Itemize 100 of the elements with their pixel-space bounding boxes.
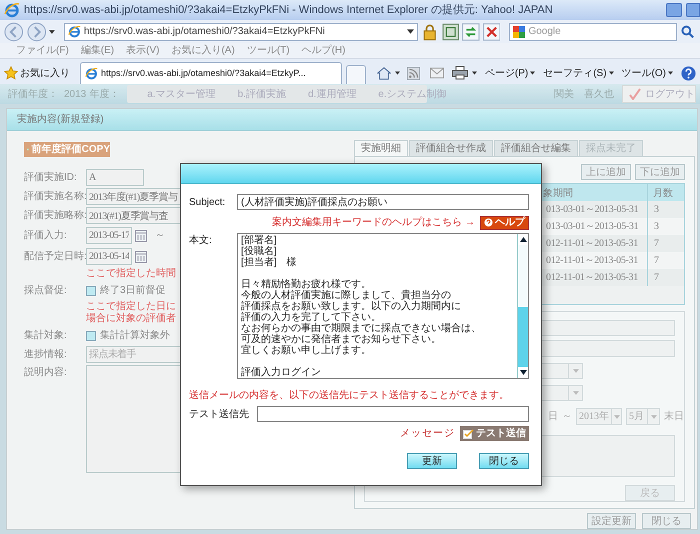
refresh-icon[interactable]	[462, 22, 480, 40]
checkbox-label: 終了3日前督促	[100, 284, 166, 298]
text-field[interactable]	[541, 340, 675, 357]
year-suffix: 年度：	[89, 88, 120, 102]
text-field[interactable]	[541, 320, 675, 336]
tab[interactable]: 評価組合せ作成	[409, 140, 493, 156]
caret-icon	[572, 368, 578, 373]
subject-field[interactable]: (人材評価実施)評価採点のお願い	[237, 194, 529, 210]
date-unit: 末日	[664, 410, 684, 424]
caret-icon[interactable]	[472, 71, 477, 75]
copy-button[interactable]: 前年度評価COPY	[24, 142, 110, 157]
window-title: https://srv0.was-abi.jp/otameshi0/?3akai4=EtzkyPkFNi - Windows Internet Explorer の提供元: Yahoo! JAPAN	[24, 2, 554, 18]
tab[interactable]: 実施明細	[354, 140, 408, 156]
printer-icon[interactable]	[452, 66, 468, 80]
table-cell: 013-03-01～2013-05-31	[541, 218, 647, 235]
message-body-field[interactable]: [部署名] [役職名] [担当者] 様 日々精励恪勤お疲れ様です。 今般の人材評価実施に際しまして、貴担当分の 評価採点をお願い致します。以下の入力期間内に 評価の入力を完了して下さい。 なお何らかの事由で期限までに採点できない場合は、 可及的速やかに発信者までお知らせ下さい。 宜しくお願い申し上げます。 評価入力ログイン	[237, 233, 529, 379]
select-field[interactable]	[541, 384, 583, 402]
user-name: 関美 喜久也	[554, 88, 614, 102]
check-icon	[629, 88, 641, 100]
footer-button[interactable]: 設定更新	[587, 513, 636, 529]
nav-item[interactable]: a.マスター管理	[147, 86, 216, 102]
select-field[interactable]: 2013年	[576, 408, 622, 426]
add-row-button[interactable]: 上に追加	[581, 164, 631, 180]
field-label: テスト送信先	[189, 408, 250, 422]
search-box[interactable]: Google	[509, 22, 678, 40]
browser-tab[interactable]: https://srv0.was-abi.jp/otameshi0/?3akai4=EtzkyP...	[80, 62, 342, 84]
test-send-button[interactable]: テスト送信	[460, 426, 529, 441]
browser-logo-icon	[4, 2, 20, 18]
menu-item[interactable]: 編集(E)	[80, 43, 114, 58]
maximize-button[interactable]	[686, 3, 700, 17]
lock-icon[interactable]	[421, 22, 439, 40]
scrollbar[interactable]	[517, 234, 528, 378]
new-tab-button[interactable]	[346, 65, 366, 84]
note-text: ここで指定した日に 場合に対象の評価者	[86, 301, 176, 325]
checkbox[interactable]	[86, 286, 96, 296]
command-menu[interactable]: セーフティ(S)	[543, 66, 614, 80]
logout-button[interactable]: ログアウト	[622, 85, 696, 103]
field-label: 配信予定日時:	[24, 250, 86, 264]
menu-item[interactable]: ツール(T)	[246, 43, 290, 58]
dialog-button[interactable]: 閉じる	[479, 453, 529, 469]
year-value: 2013	[64, 88, 86, 102]
caret-icon[interactable]	[394, 71, 400, 75]
table-cell: 7	[647, 269, 684, 286]
caret-icon[interactable]	[49, 30, 55, 34]
range-separator: ～	[155, 229, 165, 243]
add-row-button[interactable]: 下に追加	[635, 164, 685, 180]
panel-title: 実施内容(新規登録)	[17, 112, 104, 127]
note-text: ここで指定した時間	[86, 268, 176, 280]
date-field[interactable]: 2013-05-17	[86, 227, 132, 244]
table-cell: 3	[647, 201, 684, 218]
command-menu[interactable]: ページ(P)	[484, 66, 536, 80]
nav-item[interactable]: b.評価実施	[238, 86, 286, 102]
calendar-icon[interactable]	[135, 229, 147, 242]
search-field[interactable]: Google	[528, 24, 668, 39]
address-field[interactable]: https://srv0.was-abi.jp/otameshi0/?3akai4=EtzkyPkFNi	[64, 22, 418, 40]
select-field[interactable]	[541, 362, 583, 379]
table-cell: 7	[647, 235, 684, 252]
scroll-up-icon[interactable]	[518, 234, 528, 245]
back-icon[interactable]	[4, 22, 24, 42]
table-cell: 013-03-01～2013-05-31	[541, 201, 647, 218]
text-field[interactable]: A	[86, 169, 144, 186]
home-icon[interactable]	[376, 66, 391, 80]
tab[interactable]: 評価組合せ編集	[494, 140, 578, 156]
range-separator: ～	[562, 410, 572, 424]
help-icon	[484, 218, 493, 227]
scroll-down-icon[interactable]	[518, 367, 528, 378]
help-button[interactable]: ヘルプ	[480, 216, 529, 230]
email-field[interactable]	[257, 406, 529, 422]
menu-item[interactable]: ヘルプ(H)	[302, 43, 346, 58]
favorites-button[interactable]: お気に入り	[4, 62, 74, 84]
help-icon[interactable]	[681, 66, 696, 80]
footer-button[interactable]: 閉じる	[642, 513, 691, 529]
nav-item[interactable]: e.システム制御	[378, 86, 447, 102]
test-send-note: 送信メールの内容を、以下の送信先にテスト送信することができます。	[189, 388, 509, 403]
dialog-button[interactable]: 更新	[407, 453, 457, 469]
field-label: 評価実施略称:	[24, 208, 86, 223]
field-label: 説明内容:	[24, 366, 68, 380]
menu-item[interactable]: お気に入り(A)	[171, 43, 235, 58]
date-unit: 日	[548, 410, 558, 424]
calendar-icon[interactable]	[135, 250, 147, 263]
checkbox[interactable]	[86, 330, 96, 340]
star-icon	[4, 66, 18, 80]
nav-item[interactable]: d.運用管理	[308, 86, 356, 102]
search-icon[interactable]	[680, 24, 696, 40]
close-icon[interactable]	[482, 22, 500, 40]
mail-icon[interactable]	[430, 67, 444, 79]
menu-item[interactable]: 表示(V)	[126, 43, 160, 58]
caret-icon[interactable]	[407, 29, 414, 34]
command-menu[interactable]: ツール(O)	[622, 66, 673, 80]
minimize-button[interactable]	[666, 3, 682, 17]
menu-item[interactable]: ファイル(F)	[16, 43, 69, 58]
message-label: メッセージ	[400, 427, 455, 441]
table-cell: 012-11-01～2013-05-31	[541, 269, 647, 286]
select-field[interactable]: 5月	[626, 408, 660, 426]
feed-icon[interactable]	[406, 66, 420, 80]
field-label: 採点督促:	[24, 284, 68, 298]
browser-logo-icon	[85, 67, 98, 80]
caret-icon	[608, 71, 614, 75]
field-label: 進捗情報:	[24, 348, 68, 362]
year-label: 評価年度：	[8, 88, 58, 102]
